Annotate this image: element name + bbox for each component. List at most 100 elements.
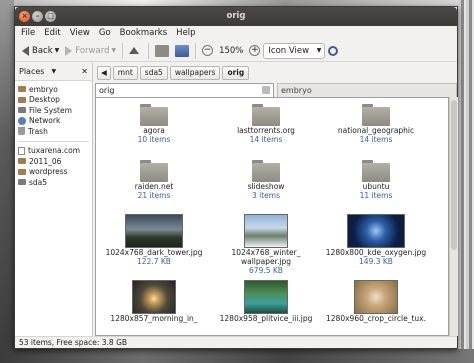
breadcrumb-item-mnt[interactable]: mnt [112,65,138,80]
home-button[interactable] [152,42,172,60]
item-size: 679.5 KB [249,266,283,275]
status-text: 53 items, Free space: 3.8 GB [19,338,128,347]
main-area: Places ▼ ✕ embryo Desktop File System Ne… [15,63,458,348]
folder-icon [18,158,26,165]
folder-icon [362,104,390,126]
folder-item-slideshow[interactable]: slideshow 3 items [212,160,320,200]
item-name: national_geographic [337,126,415,135]
sidebar-item-sda5[interactable]: sda5 [15,177,92,188]
zoom-in-button[interactable]: + [246,42,263,60]
folder-item-lasttorrents[interactable]: lasttorrents.org 14 items [212,104,320,144]
toolbar: Back ▼ Forward ▼ − 150% + Icon View ▼ [15,40,457,62]
desktop-background-left [0,0,14,363]
folder-item-national-geographic[interactable]: national_geographic 14 items [322,104,430,144]
breadcrumb-scroll-left[interactable]: ◀ [97,65,111,80]
image-item-dark-tower[interactable]: 1024x768_dark_tower.jpg 122.7 KB [100,214,208,266]
image-item-morning[interactable]: 1280x857_morning_in_ [100,280,208,323]
back-label: Back [32,45,53,56]
menu-file[interactable]: File [21,28,35,38]
breadcrumb-item-wallpapers[interactable]: wallpapers [169,65,221,80]
computer-button[interactable] [172,42,192,60]
item-name: 1024x768_winter_ wallpaper.jpg [231,248,301,266]
vertical-scrollbar[interactable] [449,97,458,336]
up-button[interactable] [126,42,145,60]
item-count: 11 items [359,191,393,200]
item-count: 10 items [137,135,171,144]
image-thumbnail [132,280,176,314]
sidebar-title[interactable]: Places [19,67,44,76]
sidebar-item-tuxarena[interactable]: tuxarena.com [15,146,92,157]
folder-icon [252,104,280,126]
chevron-down-icon[interactable]: ▼ [52,68,57,75]
item-name: agora [143,126,165,135]
back-arrow-icon [22,45,29,56]
zoom-out-button[interactable]: − [199,42,216,60]
sidebar-item-label: wordpress [29,167,68,177]
folder-icon [140,160,168,182]
image-thumbnail [354,280,398,314]
close-icon[interactable] [262,86,270,94]
item-count: 3 items [251,191,280,200]
icon-view[interactable]: agora 10 items lasttorrents.org 14 items… [95,97,449,336]
toolbar-separator [122,42,124,59]
folder-icon [18,86,26,93]
home-folder-icon [155,44,170,57]
folder-item-raiden[interactable]: raiden.net 21 items [100,160,208,200]
drive-icon [18,179,26,186]
menu-bookmarks[interactable]: Bookmarks [120,28,168,38]
menu-view[interactable]: View [70,28,90,38]
menu-go[interactable]: Go [99,28,111,38]
image-item-plitvice[interactable]: 1280x958_plitvice_iii.jpg [212,280,320,323]
view-mode-select[interactable]: Icon View ▼ [263,42,326,59]
sidebar-divider [18,140,89,142]
item-name: 1280x960_crop_circle_tux. [326,314,426,323]
item-name: slideshow [247,182,285,191]
zoom-out-icon: − [202,45,214,56]
chevron-down-icon[interactable]: ▼ [55,47,60,54]
chevron-down-icon[interactable]: ▼ [111,47,116,54]
computer-icon [175,44,190,57]
folder-icon [18,96,26,103]
folder-item-ubuntu[interactable]: ubuntu 11 items [322,160,430,200]
sidebar-item-wordpress[interactable]: wordpress [15,167,92,178]
folder-item-agora[interactable]: agora 10 items [100,104,208,144]
title-bar[interactable]: × – □ orig [15,7,457,26]
left-pane-header[interactable]: orig [95,83,274,97]
sidebar-item-desktop[interactable]: Desktop [15,95,92,106]
search-button[interactable] [325,42,341,60]
menu-edit[interactable]: Edit [44,28,60,38]
network-icon [18,116,26,125]
sidebar: Places ▼ ✕ embryo Desktop File System Ne… [15,63,93,336]
image-item-kde-oxygen[interactable]: 1280x800_kde_oxygen.jpg 149.3 KB [322,214,430,266]
sidebar-item-2011-06[interactable]: 2011_06 [15,156,92,167]
sidebar-item-file-system[interactable]: File System [15,105,92,116]
right-pane-header[interactable]: embryo [277,83,457,97]
image-thumbnail [347,214,405,248]
sidebar-item-trash[interactable]: Trash [15,126,92,137]
sidebar-item-label: Network [29,116,61,126]
image-item-winter-wallpaper[interactable]: 1024x768_winter_ wallpaper.jpg 679.5 KB [212,214,320,275]
menu-help[interactable]: Help [176,28,195,38]
folder-icon [362,160,390,182]
split-panes: orig embryo agora 10 items lasttorrents.… [95,83,458,336]
forward-button[interactable]: Forward ▼ [62,42,119,60]
image-item-crop-circle-tux[interactable]: 1280x960_crop_circle_tux. [322,280,430,323]
document-icon [18,146,25,155]
sidebar-item-label: Desktop [29,95,60,105]
scrollbar-thumb[interactable] [451,100,457,250]
sidebar-item-label: tuxarena.com [28,146,81,156]
sidebar-item-embryo[interactable]: embryo [15,84,92,95]
folder-icon [18,168,26,175]
close-icon[interactable]: ✕ [81,67,88,76]
sidebar-item-label: Trash [28,126,48,136]
sidebar-item-network[interactable]: Network [15,116,92,127]
breadcrumb-item-sda5[interactable]: sda5 [139,65,168,80]
back-button[interactable]: Back ▼ [19,42,62,60]
item-size: 149.3 KB [359,257,393,266]
image-thumbnail [125,214,183,248]
sidebar-item-label: File System [29,105,72,115]
window-title: orig [226,11,246,21]
breadcrumb-item-orig[interactable]: orig [222,65,250,80]
item-count: 14 items [359,135,393,144]
toolbar-separator [148,42,150,59]
